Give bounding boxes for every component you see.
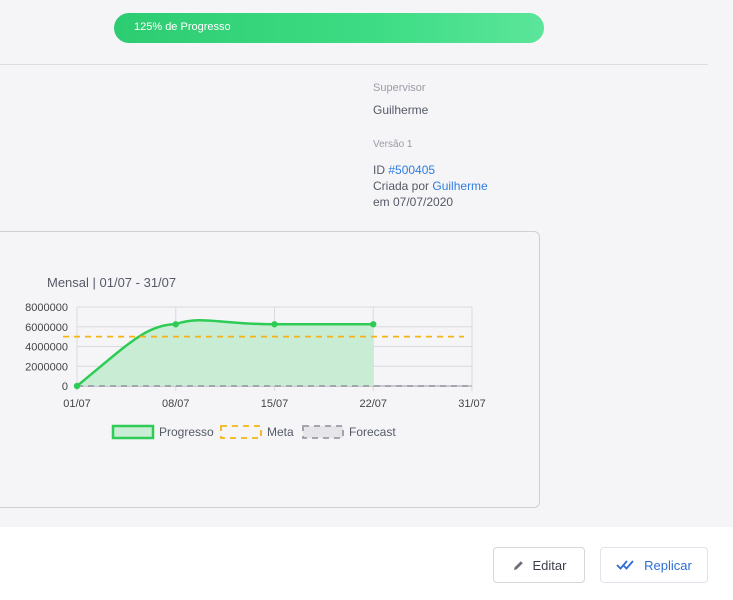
pencil-icon	[513, 560, 523, 570]
progress-area	[77, 320, 374, 386]
version-label: Versão 1	[373, 139, 413, 150]
legend-swatch-meta	[220, 425, 262, 439]
divider	[0, 64, 708, 65]
x-tick-label: 08/07	[162, 398, 190, 410]
legend-label: Forecast	[349, 425, 396, 439]
chart-title: Mensal | 01/07 - 31/07	[47, 275, 177, 290]
id-line: ID #500405	[373, 163, 435, 177]
replicate-button[interactable]: Replicar	[600, 547, 708, 583]
created-by-line: Criada por Guilherme	[373, 179, 488, 193]
progress-point	[73, 382, 81, 390]
y-tick-label: 8000000	[25, 302, 68, 314]
legend-label: Meta	[267, 425, 294, 439]
chart-svg: 8000000 6000000 4000000 2000000 0 01/07 08/07 1…	[25, 302, 486, 440]
double-check-icon	[616, 560, 634, 570]
x-tick-label: 15/07	[261, 398, 289, 410]
replicate-button-label: Replicar	[644, 557, 692, 573]
edit-button[interactable]: Editar	[493, 547, 585, 583]
id-link[interactable]: #500405	[388, 163, 435, 177]
x-tick-label: 22/07	[359, 398, 387, 410]
edit-button-label: Editar	[532, 557, 567, 573]
y-tick-label: 2000000	[25, 361, 68, 373]
x-tick-label: 01/07	[63, 398, 91, 410]
x-tick-label: 31/07	[458, 398, 486, 410]
legend-swatch-forecast	[302, 425, 344, 439]
y-tick-label: 4000000	[25, 342, 68, 354]
progress-point	[271, 321, 278, 328]
progress-point	[370, 321, 377, 328]
y-tick-label: 6000000	[25, 322, 68, 334]
id-prefix: ID	[373, 163, 389, 177]
legend-swatch-progresso	[111, 424, 155, 440]
supervisor-name: Guilherme	[373, 103, 429, 117]
chart-legend: Progresso Meta Forecast	[111, 424, 396, 440]
progress-point	[172, 321, 179, 328]
created-by-link[interactable]: Guilherme	[432, 179, 487, 193]
legend-label: Progresso	[159, 425, 214, 439]
y-tick-label: 0	[62, 381, 68, 393]
chart-series	[63, 319, 472, 387]
supervisor-label: Supervisor	[373, 82, 426, 94]
progress-label: 125% de Progresso	[134, 21, 231, 33]
created-by-prefix: Criada por	[373, 179, 433, 193]
created-on: em 07/07/2020	[373, 195, 454, 209]
progress-bar: 125% de Progresso	[114, 13, 544, 43]
